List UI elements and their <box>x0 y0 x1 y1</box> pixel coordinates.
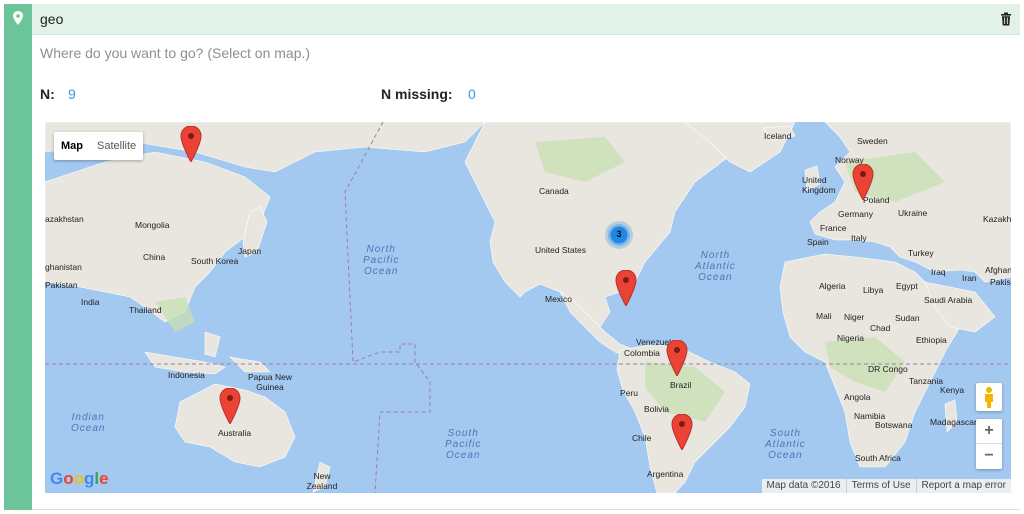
country-label: Algeria <box>819 281 846 291</box>
question-header: geo <box>32 4 1020 35</box>
country-label: Iraq <box>931 267 946 277</box>
country-label: Italy <box>851 233 867 243</box>
map-marker-icon[interactable] <box>671 414 693 450</box>
street-view-pegman[interactable] <box>976 383 1002 411</box>
country-label: India <box>81 297 100 307</box>
country-label: Ethiopia <box>916 335 947 345</box>
ocean-label: South Atlantic Ocean <box>765 428 806 461</box>
report-map-error-link[interactable]: Report a map error <box>915 479 1011 493</box>
country-label: Saudi Arabia <box>924 295 973 305</box>
question-text: Where do you want to go? (Select on map.… <box>40 45 311 61</box>
zoom-out-button[interactable]: − <box>976 444 1002 469</box>
map-attribution: Map data ©2016 Terms of Use Report a map… <box>761 479 1011 493</box>
country-label: Japan <box>238 246 262 256</box>
zoom-control: + − <box>976 419 1002 469</box>
ocean-label: North Atlantic Ocean <box>695 250 736 283</box>
n-value: 9 <box>68 86 76 102</box>
geo-question-card: geo Where do you want to go? (Select on … <box>0 0 1024 514</box>
country-label: New Zealand <box>306 471 338 491</box>
country-label: Iran <box>962 273 977 283</box>
country-label: Thailand <box>129 305 162 315</box>
country-label: Bolivia <box>644 404 670 414</box>
google-logo: Google <box>50 469 109 488</box>
map-type-map-button[interactable]: Map <box>54 132 90 160</box>
pegman-icon <box>985 387 993 408</box>
map-type-satellite-button[interactable]: Satellite <box>90 132 143 160</box>
ocean-label: North Pacific Ocean <box>363 244 400 277</box>
country-label: Peru <box>620 388 638 398</box>
country-label: Pakis <box>990 277 1011 287</box>
cluster-count: 3 <box>616 229 622 239</box>
country-label: Libya <box>863 285 884 295</box>
country-label: Tanzania <box>909 376 944 386</box>
country-label: Afghan <box>985 265 1011 275</box>
map-type-control: Map Satellite <box>54 132 144 160</box>
ocean-label: Indian Ocean <box>71 412 106 434</box>
map-marker-icon[interactable] <box>615 270 637 306</box>
country-label: Australia <box>218 428 252 438</box>
country-label: France <box>820 223 847 233</box>
country-label: Egypt <box>896 281 918 291</box>
ocean-label: South Pacific Ocean <box>445 428 482 461</box>
country-label: Kazakh <box>983 214 1011 224</box>
country-label: South Africa <box>855 453 901 463</box>
country-label: Argentina <box>647 469 684 479</box>
country-label: Brazil <box>670 380 692 390</box>
country-label: Canada <box>539 186 569 196</box>
country-label: Mali <box>816 311 832 321</box>
country-label: United States <box>535 245 587 255</box>
card-bottom-border <box>32 509 1020 510</box>
country-label: South Korea <box>191 256 239 266</box>
country-label: Germany <box>838 209 873 219</box>
country-label: Kenya <box>940 385 965 395</box>
map-marker-icon[interactable] <box>852 164 874 200</box>
country-label: Indonesia <box>168 370 205 380</box>
country-label: Chad <box>870 323 891 333</box>
map-marker-icon[interactable] <box>219 388 241 424</box>
country-label: Ukraine <box>898 208 928 218</box>
country-label: Madagascar <box>930 417 977 427</box>
country-label: ghanistan <box>45 262 82 272</box>
country-label: Spain <box>807 237 829 247</box>
country-label: Chile <box>632 433 652 443</box>
n-missing-label: N missing: <box>381 86 453 102</box>
map-marker-icon[interactable] <box>666 340 688 376</box>
country-label: China <box>143 252 166 262</box>
world-map[interactable]: North Pacific Ocean North Atlantic Ocean… <box>45 122 1011 493</box>
question-title: geo <box>40 11 64 27</box>
country-label: Botswana <box>875 420 913 430</box>
country-label: Sweden <box>857 136 888 146</box>
country-label: Niger <box>844 312 865 322</box>
country-label: Mexico <box>545 294 572 304</box>
country-label: Iceland <box>764 131 792 141</box>
terms-of-use-link[interactable]: Terms of Use <box>845 479 916 493</box>
country-label: Papua New Guinea <box>248 372 292 392</box>
country-label: Nigeria <box>837 333 864 343</box>
n-label: N: <box>40 86 55 102</box>
zoom-in-button[interactable]: + <box>976 419 1002 444</box>
n-missing-value: 0 <box>468 86 476 102</box>
country-label: Angola <box>844 392 871 402</box>
country-label: Colombia <box>624 348 660 358</box>
country-label: Turkey <box>908 248 934 258</box>
trash-icon[interactable] <box>1000 12 1012 26</box>
question-type-bar <box>4 4 32 510</box>
country-label: DR Congo <box>868 364 908 374</box>
country-label: United Kingdom <box>802 175 836 195</box>
country-label: Mongolia <box>135 220 170 230</box>
location-pin-icon <box>13 11 23 25</box>
map-marker-icon[interactable] <box>180 126 202 162</box>
country-label: Sudan <box>895 313 920 323</box>
map-data-text: Map data ©2016 <box>766 480 841 491</box>
country-label: azakhstan <box>45 214 84 224</box>
marker-cluster[interactable]: 3 <box>604 220 634 250</box>
country-label: Pakistan <box>45 280 78 290</box>
